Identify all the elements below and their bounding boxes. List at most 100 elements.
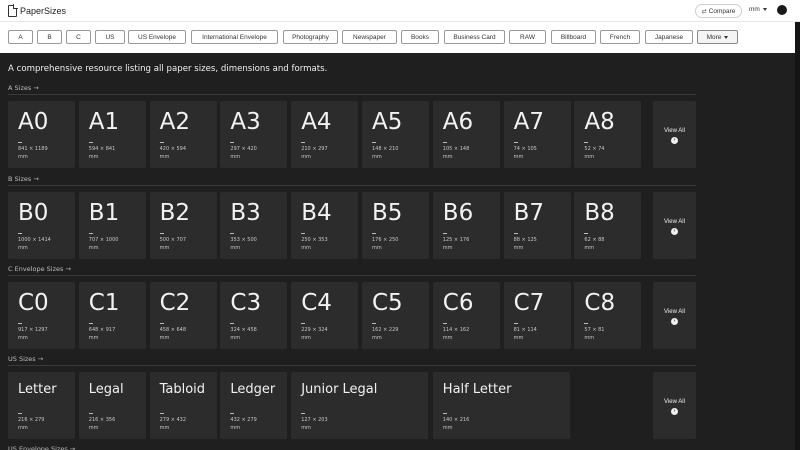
category-button-newspaper[interactable]: Newspaper (342, 30, 397, 44)
size-dimensions: 648 × 917 (88, 327, 116, 333)
size-unit: mm (88, 245, 99, 251)
size-unit: mm (301, 425, 311, 431)
size-card[interactable]: A6 105 × 148 mm (432, 101, 500, 168)
size-unit: mm (18, 335, 28, 341)
theme-toggle[interactable] (777, 5, 787, 15)
view-all-button[interactable]: View All › (653, 282, 696, 349)
section-title[interactable]: US Envelope Sizes → (8, 445, 75, 450)
logo-link[interactable]: PaperSizes (8, 4, 66, 18)
size-card[interactable]: B3 353 × 500 mm (220, 192, 288, 259)
section-title[interactable]: B Sizes → (8, 175, 39, 183)
chevron-down-icon (724, 35, 729, 39)
size-card[interactable]: C3 324 × 458 mm (220, 282, 288, 349)
size-card[interactable]: A2 420 × 594 mm (149, 101, 217, 168)
size-name: B1 (88, 200, 120, 226)
size-unit: mm (159, 154, 170, 160)
size-dimensions: 105 × 148 (442, 146, 470, 152)
category-button-us-envelope[interactable]: US Envelope (128, 30, 186, 44)
category-button-b[interactable]: B (37, 30, 62, 44)
size-card[interactable]: Ledger 432 × 279 mm (220, 372, 288, 439)
size-dimensions: 62 × 88 (584, 237, 605, 243)
size-unit: mm (372, 154, 382, 160)
size-card[interactable]: Half Letter 140 × 216 mm (432, 372, 570, 439)
view-all-label: View All (664, 128, 685, 134)
size-dimensions: 229 × 324 (301, 327, 328, 333)
size-card[interactable]: C1 648 × 917 mm (78, 282, 146, 349)
size-unit: mm (159, 245, 170, 251)
size-card[interactable]: A1 594 × 841 mm (78, 101, 146, 168)
size-unit: mm (372, 245, 382, 251)
size-dimensions: 127 × 203 (301, 417, 328, 423)
category-button-billboard[interactable]: Billboard (551, 30, 596, 44)
size-card[interactable]: B6 125 × 176 mm (432, 192, 500, 259)
category-button-books[interactable]: Books (401, 30, 439, 44)
size-dimensions: 297 × 420 (230, 146, 257, 152)
size-card[interactable]: Legal 216 × 356 mm (78, 372, 146, 439)
size-card[interactable]: A7 74 × 105 mm (503, 101, 571, 168)
size-card[interactable]: A8 52 × 74 mm (574, 101, 642, 168)
category-button-raw[interactable]: RAW (509, 30, 546, 44)
size-card[interactable]: C5 162 × 229 mm (362, 282, 429, 349)
size-name: B3 (230, 200, 261, 226)
size-card[interactable]: B1 707 × 1000 mm (78, 192, 146, 259)
size-card[interactable]: Junior Legal 127 × 203 mm (291, 372, 429, 439)
size-dimensions: 140 × 216 (442, 417, 470, 423)
size-name: Ledger (230, 382, 276, 397)
compare-button[interactable]: ⇄ Compare (695, 4, 742, 18)
size-card[interactable]: A4 210 × 297 mm (291, 101, 359, 168)
section-title[interactable]: A Sizes → (8, 84, 39, 92)
size-card[interactable]: B0 1000 × 1414 mm (8, 192, 75, 259)
size-card[interactable]: B5 176 × 250 mm (362, 192, 429, 259)
size-name: A1 (88, 109, 120, 135)
logo-text: PaperSizes (20, 6, 67, 16)
size-card[interactable]: C4 229 × 324 mm (291, 282, 359, 349)
size-name: C2 (159, 290, 191, 316)
section-title[interactable]: C Envelope Sizes → (8, 265, 71, 273)
size-card[interactable]: Tabloid 279 × 432 mm (149, 372, 217, 439)
size-card[interactable]: C8 57 × 81 mm (574, 282, 642, 349)
size-name: C3 (230, 290, 262, 316)
size-card[interactable]: C0 917 × 1297 mm (8, 282, 75, 349)
divider (159, 323, 164, 324)
divider (159, 233, 164, 234)
divider (88, 233, 93, 234)
scrollbar[interactable] (795, 22, 800, 450)
category-button-c[interactable]: C (66, 30, 91, 44)
size-unit: mm (18, 425, 28, 431)
size-card[interactable]: Letter 216 × 279 mm (8, 372, 75, 439)
category-button-french[interactable]: French (600, 30, 640, 44)
size-card[interactable]: C6 114 × 162 mm (432, 282, 500, 349)
more-button[interactable]: More (697, 30, 738, 44)
size-card[interactable]: B4 250 × 353 mm (291, 192, 359, 259)
view-all-button[interactable]: View All › (653, 192, 696, 259)
category-button-international-envelope[interactable]: International Envelope (191, 30, 278, 44)
compare-label: Compare (708, 7, 736, 15)
size-name: B8 (584, 200, 615, 226)
view-all-button[interactable]: View All › (653, 101, 696, 168)
size-card[interactable]: A5 148 × 210 mm (362, 101, 429, 168)
size-dimensions: 148 × 210 (372, 146, 399, 152)
section-title[interactable]: US Sizes → (8, 355, 43, 363)
size-unit: mm (159, 335, 170, 341)
size-card[interactable]: A0 841 × 1189 mm (8, 101, 75, 168)
category-button-japanese[interactable]: Japanese (645, 30, 693, 44)
size-card[interactable]: C7 81 × 114 mm (503, 282, 571, 349)
size-card[interactable]: B8 62 × 88 mm (574, 192, 642, 259)
size-dimensions: 216 × 279 (18, 417, 45, 423)
category-button-photography[interactable]: Photography (283, 30, 338, 44)
size-unit: mm (88, 425, 99, 431)
size-unit: mm (442, 425, 453, 431)
divider (230, 233, 235, 234)
category-button-business-card[interactable]: Business Card (444, 30, 505, 44)
unit-select[interactable]: mm (749, 6, 767, 13)
size-dimensions: 279 × 432 (159, 417, 187, 423)
divider (301, 142, 306, 143)
size-card[interactable]: B2 500 × 707 mm (149, 192, 217, 259)
size-card[interactable]: B7 88 × 125 mm (503, 192, 571, 259)
size-card[interactable]: C2 458 × 648 mm (149, 282, 217, 349)
category-button-a[interactable]: A (8, 30, 33, 44)
category-button-us[interactable]: US (95, 30, 125, 44)
arrow-right-circle-icon: › (671, 137, 678, 144)
view-all-button[interactable]: View All › (653, 372, 696, 439)
size-card[interactable]: A3 297 × 420 mm (220, 101, 288, 168)
